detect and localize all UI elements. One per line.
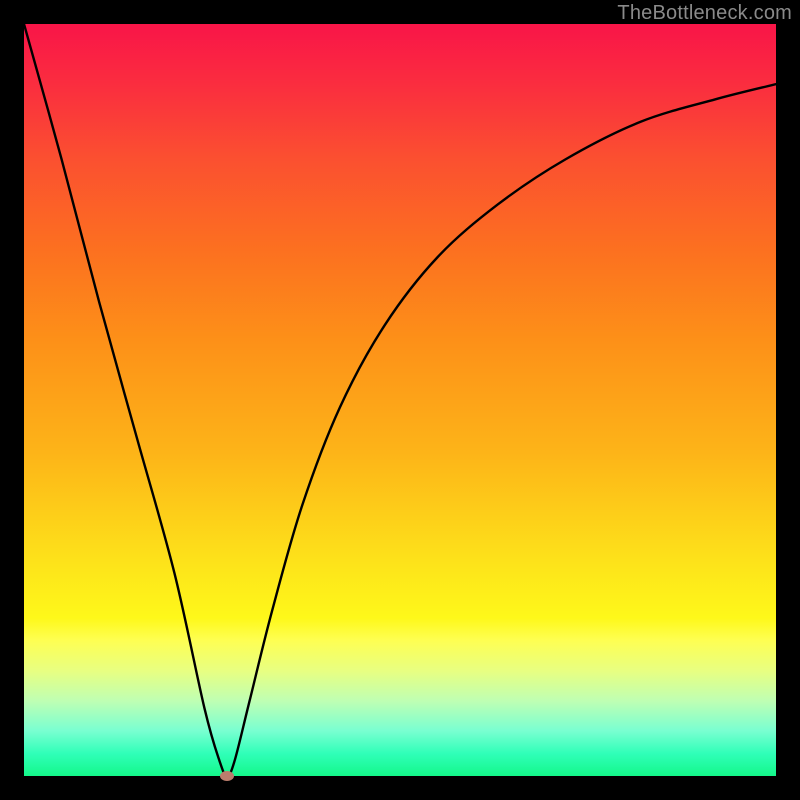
watermark-text: TheBottleneck.com	[617, 2, 792, 25]
minimum-marker	[220, 771, 234, 781]
chart-frame: TheBottleneck.com	[0, 0, 800, 800]
bottleneck-curve	[24, 24, 776, 776]
plot-area	[24, 24, 776, 776]
